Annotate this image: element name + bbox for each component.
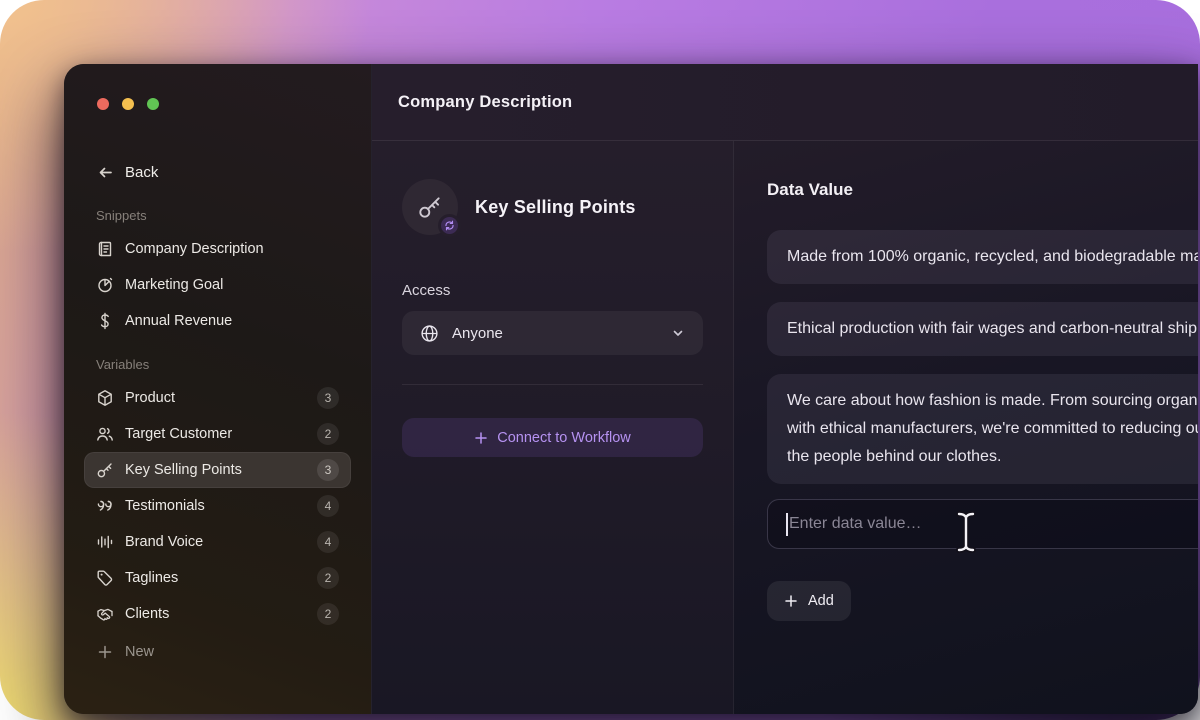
count-badge: 3 <box>317 459 339 481</box>
sidebar-item-label: Company Description <box>125 241 264 257</box>
connect-to-workflow-button[interactable]: Connect to Workflow <box>402 418 703 457</box>
access-dropdown[interactable]: Anyone <box>402 311 703 355</box>
dollar-icon <box>96 312 114 330</box>
data-value-input[interactable] <box>768 500 1198 548</box>
app-window: Back Snippets Company Description Market… <box>64 64 1198 714</box>
count-badge: 3 <box>317 387 339 409</box>
avatar <box>402 179 458 235</box>
sidebar-item-target-customer[interactable]: Target Customer 2 <box>84 416 351 452</box>
count-badge: 2 <box>317 423 339 445</box>
count-badge: 2 <box>317 567 339 589</box>
variable-detail-panel: Key Selling Points Access Anyone <box>372 141 734 714</box>
data-value-text: with ethical manufacturers, we're commit… <box>787 415 1198 443</box>
plus-icon <box>474 431 488 445</box>
key-icon <box>417 194 443 220</box>
chevron-down-icon <box>671 326 685 340</box>
data-value-card[interactable]: Made from 100% organic, recycled, and bi… <box>767 230 1198 284</box>
sidebar: Back Snippets Company Description Market… <box>64 64 371 714</box>
traffic-light-minimize[interactable] <box>122 98 134 110</box>
add-label: Add <box>808 593 834 609</box>
globe-icon <box>420 324 439 343</box>
add-button[interactable]: Add <box>767 581 851 621</box>
data-value-card[interactable]: Ethical production with fair wages and c… <box>767 302 1198 356</box>
back-button[interactable]: Back <box>84 154 351 190</box>
window-controls <box>97 98 371 110</box>
people-icon <box>96 425 114 443</box>
connect-label: Connect to Workflow <box>497 430 631 446</box>
data-values-panel: Data Value Made from 100% organic, recyc… <box>734 141 1198 714</box>
sidebar-item-label: Product <box>125 390 175 406</box>
new-variable-button[interactable]: New <box>84 634 351 670</box>
sidebar-item-label: Target Customer <box>125 426 232 442</box>
sidebar-item-label: Clients <box>125 606 169 622</box>
sidebar-item-label: Taglines <box>125 570 178 586</box>
document-icon <box>96 240 114 258</box>
sidebar-item-marketing-goal[interactable]: Marketing Goal <box>84 267 351 303</box>
traffic-light-close[interactable] <box>97 98 109 110</box>
sidebar-item-annual-revenue[interactable]: Annual Revenue <box>84 303 351 339</box>
sidebar-item-product[interactable]: Product 3 <box>84 380 351 416</box>
count-badge: 4 <box>317 495 339 517</box>
handshake-icon <box>96 605 114 623</box>
data-value-text: Ethical production with fair wages and c… <box>787 315 1198 343</box>
data-value-input-container <box>767 499 1198 549</box>
section-label-snippets: Snippets <box>96 208 339 223</box>
sidebar-item-company-description[interactable]: Company Description <box>84 231 351 267</box>
traffic-light-zoom[interactable] <box>147 98 159 110</box>
cube-icon <box>96 389 114 407</box>
data-value-card[interactable]: We care about how fashion is made. From … <box>767 374 1198 484</box>
count-badge: 2 <box>317 603 339 625</box>
sidebar-item-label: Marketing Goal <box>125 277 223 293</box>
back-label: Back <box>125 164 158 181</box>
sidebar-item-label: Annual Revenue <box>125 313 232 329</box>
arrow-left-icon <box>96 163 114 181</box>
sidebar-item-brand-voice[interactable]: Brand Voice 4 <box>84 524 351 560</box>
plus-icon <box>784 594 798 608</box>
access-value: Anyone <box>452 325 503 342</box>
sidebar-item-label: Testimonials <box>125 498 205 514</box>
text-caret <box>786 513 788 536</box>
quotes-icon <box>96 497 114 515</box>
app-header: Company Description <box>372 64 1198 141</box>
page-title: Company Description <box>398 93 572 112</box>
data-value-text: the people behind our clothes. <box>787 443 1198 471</box>
variable-title: Key Selling Points <box>475 197 636 218</box>
sidebar-item-label: Key Selling Points <box>125 462 242 478</box>
section-label-variables: Variables <box>96 357 339 372</box>
access-label: Access <box>402 282 703 299</box>
data-value-text: We care about how fashion is made. From … <box>787 387 1198 415</box>
data-value-heading: Data Value <box>767 180 1198 200</box>
plus-icon <box>96 643 114 661</box>
divider <box>402 384 703 385</box>
sidebar-item-taglines[interactable]: Taglines 2 <box>84 560 351 596</box>
sidebar-item-testimonials[interactable]: Testimonials 4 <box>84 488 351 524</box>
sidebar-item-key-selling-points[interactable]: Key Selling Points 3 <box>84 452 351 488</box>
sync-icon <box>438 214 461 237</box>
variable-entity: Key Selling Points <box>402 179 703 235</box>
new-label: New <box>125 644 154 660</box>
content-area: Company Description Key Selling Points A… <box>371 64 1198 714</box>
data-value-text: Made from 100% organic, recycled, and bi… <box>787 243 1198 271</box>
key-icon <box>96 461 114 479</box>
waveform-icon <box>96 533 114 551</box>
sidebar-item-label: Brand Voice <box>125 534 203 550</box>
tag-icon <box>96 569 114 587</box>
sidebar-item-clients[interactable]: Clients 2 <box>84 596 351 632</box>
chart-goal-icon <box>96 276 114 294</box>
count-badge: 4 <box>317 531 339 553</box>
